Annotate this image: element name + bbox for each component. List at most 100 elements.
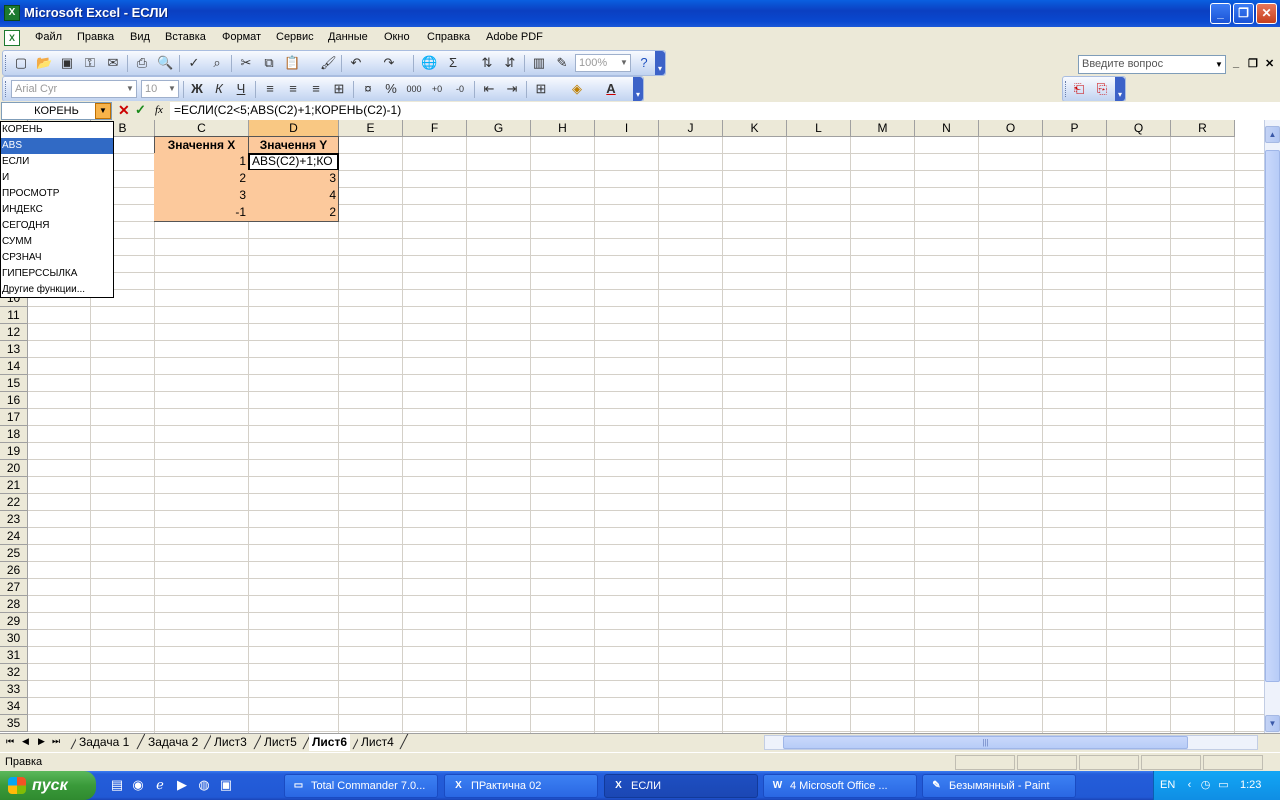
borders-icon[interactable]: ⊞ — [533, 81, 549, 97]
function-list-item[interactable]: Другие функции... — [1, 282, 113, 298]
menu-view[interactable]: Вид — [130, 31, 150, 43]
copy-icon[interactable]: ⧉ — [261, 55, 277, 71]
insert-function-icon[interactable]: fx — [155, 104, 163, 116]
save-icon[interactable]: ▣ — [59, 55, 75, 71]
cell-c1[interactable]: Значення X — [154, 136, 249, 154]
sort-descending-icon[interactable]: ⇵ — [502, 55, 518, 71]
cell-d4[interactable]: 4 — [248, 187, 339, 205]
cell-c4[interactable]: 3 — [154, 187, 249, 205]
cell-d1[interactable]: Значення Y — [248, 136, 339, 154]
title-bar[interactable]: X Microsoft Excel - ЕСЛИ _ ❐ ✕ — [0, 0, 1280, 27]
toolbar-grip[interactable] — [1065, 81, 1068, 97]
increase-indent-icon[interactable]: ⇥ — [504, 81, 520, 97]
internet-explorer-icon[interactable]: ℯ — [152, 777, 168, 793]
firefox-icon[interactable]: ◍ — [196, 777, 212, 793]
sheet-tab-list4[interactable]: Лист4 — [358, 734, 397, 751]
function-list-item[interactable]: КОРЕНЬ — [1, 122, 113, 138]
taskbar-button[interactable]: ✎ Безымянный - Paint — [922, 774, 1076, 798]
doc-minimize-button[interactable]: _ — [1233, 57, 1239, 69]
row-header[interactable]: 22 — [0, 494, 28, 511]
sheet-tab-zadacha-2[interactable]: Задача 2 — [145, 734, 202, 751]
chevron-down-icon[interactable]: ▼ — [124, 81, 136, 97]
row-header[interactable]: 14 — [0, 358, 28, 375]
row-header[interactable]: 33 — [0, 681, 28, 698]
chevron-down-icon[interactable]: ▼ — [618, 55, 630, 71]
last-sheet-icon[interactable]: ⏭ — [52, 736, 60, 747]
row-header[interactable]: 29 — [0, 613, 28, 630]
function-list-item[interactable]: ГИПЕРССЫЛКА — [1, 266, 113, 282]
row-header[interactable]: 24 — [0, 528, 28, 545]
column-header[interactable]: I — [595, 120, 659, 137]
cancel-icon[interactable]: ✕ — [118, 102, 130, 119]
vertical-scroll-thumb[interactable] — [1265, 150, 1280, 682]
column-header[interactable]: J — [659, 120, 723, 137]
function-list-item[interactable]: ИНДЕКС — [1, 202, 113, 218]
row-header[interactable]: 12 — [0, 324, 28, 341]
menu-tools[interactable]: Сервис — [276, 31, 314, 43]
sheet-tab-zadacha-1[interactable]: Задача 1 — [76, 734, 133, 751]
row-header[interactable]: 15 — [0, 375, 28, 392]
column-header[interactable]: D — [249, 120, 339, 137]
row-header[interactable]: 26 — [0, 562, 28, 579]
permission-icon[interactable]: ⚿ — [82, 55, 98, 71]
row-header[interactable]: 16 — [0, 392, 28, 409]
toolbar-grip[interactable] — [5, 81, 8, 97]
horizontal-scroll-thumb[interactable]: ||| — [783, 736, 1188, 749]
format-painter-icon[interactable]: 🖌 — [320, 55, 337, 71]
minimize-button[interactable]: _ — [1210, 3, 1231, 24]
doc-close-button[interactable]: ✕ — [1265, 57, 1274, 70]
zoom-select[interactable]: 100% ▼ — [575, 54, 631, 72]
doc-restore-button[interactable]: ❐ — [1248, 57, 1258, 70]
column-header[interactable]: P — [1043, 120, 1107, 137]
function-list-item[interactable]: СРЗНАЧ — [1, 250, 113, 266]
vertical-scrollbar[interactable]: ▲ ▼ — [1264, 120, 1280, 733]
function-list-item[interactable]: ЕСЛИ — [1, 154, 113, 170]
currency-icon[interactable]: ¤ — [360, 81, 376, 97]
row-header[interactable]: 18 — [0, 426, 28, 443]
row-header[interactable]: 32 — [0, 664, 28, 681]
undo-icon[interactable]: ↶ — [348, 55, 364, 71]
language-indicator[interactable]: EN — [1160, 779, 1175, 791]
toolbar-options-icon[interactable]: ▾ — [633, 77, 643, 101]
column-header[interactable]: E — [339, 120, 403, 137]
print-icon[interactable]: ⎙ — [134, 55, 150, 71]
opera-icon[interactable]: ◉ — [130, 777, 146, 793]
column-header[interactable]: G — [467, 120, 531, 137]
underline-icon[interactable]: Ч — [233, 81, 249, 97]
column-header[interactable]: L — [787, 120, 851, 137]
scroll-up-icon[interactable]: ▲ — [1265, 126, 1280, 143]
chevron-down-icon[interactable]: ▼ — [166, 81, 178, 97]
pdf-email-icon[interactable]: ⎘ — [1094, 81, 1110, 97]
row-header[interactable]: 35 — [0, 715, 28, 732]
row-header[interactable]: 21 — [0, 477, 28, 494]
menu-data[interactable]: Данные — [328, 31, 368, 43]
formula-input[interactable]: =ЕСЛИ(C2<5;ABS(C2)+1;КОРЕНЬ(C2)-1) — [170, 102, 1280, 120]
decrease-decimal-icon[interactable]: -0 — [452, 81, 468, 97]
align-left-icon[interactable]: ≡ — [262, 81, 278, 97]
sort-ascending-icon[interactable]: ⇅ — [479, 55, 495, 71]
row-header[interactable]: 13 — [0, 341, 28, 358]
cell-c2[interactable]: 1 — [154, 153, 249, 171]
menu-format[interactable]: Формат — [222, 31, 261, 43]
horizontal-scrollbar[interactable]: ||| — [764, 735, 1258, 750]
column-header[interactable]: Q — [1107, 120, 1171, 137]
function-list-item[interactable]: СЕГОДНЯ — [1, 218, 113, 234]
row-header[interactable]: 31 — [0, 647, 28, 664]
decrease-indent-icon[interactable]: ⇤ — [481, 81, 497, 97]
font-size-select[interactable]: 10 ▼ — [141, 80, 179, 98]
column-header[interactable]: N — [915, 120, 979, 137]
function-list-item[interactable]: И — [1, 170, 113, 186]
menu-window[interactable]: Окно — [384, 31, 410, 43]
first-sheet-icon[interactable]: ⏮ — [6, 736, 14, 747]
close-button[interactable]: ✕ — [1256, 3, 1277, 24]
column-header[interactable]: M — [851, 120, 915, 137]
print-preview-icon[interactable]: 🔍 — [157, 55, 173, 71]
percent-icon[interactable]: % — [383, 81, 399, 97]
row-header[interactable]: 34 — [0, 698, 28, 715]
research-icon[interactable]: ⌕ — [209, 55, 225, 71]
email-icon[interactable]: ✉ — [105, 55, 121, 71]
menu-help[interactable]: Справка — [427, 31, 470, 43]
convert-pdf-icon[interactable]: ⎗ — [1071, 81, 1087, 97]
scroll-down-icon[interactable]: ▼ — [1265, 715, 1280, 732]
show-desktop-icon[interactable]: ▤ — [109, 777, 125, 793]
